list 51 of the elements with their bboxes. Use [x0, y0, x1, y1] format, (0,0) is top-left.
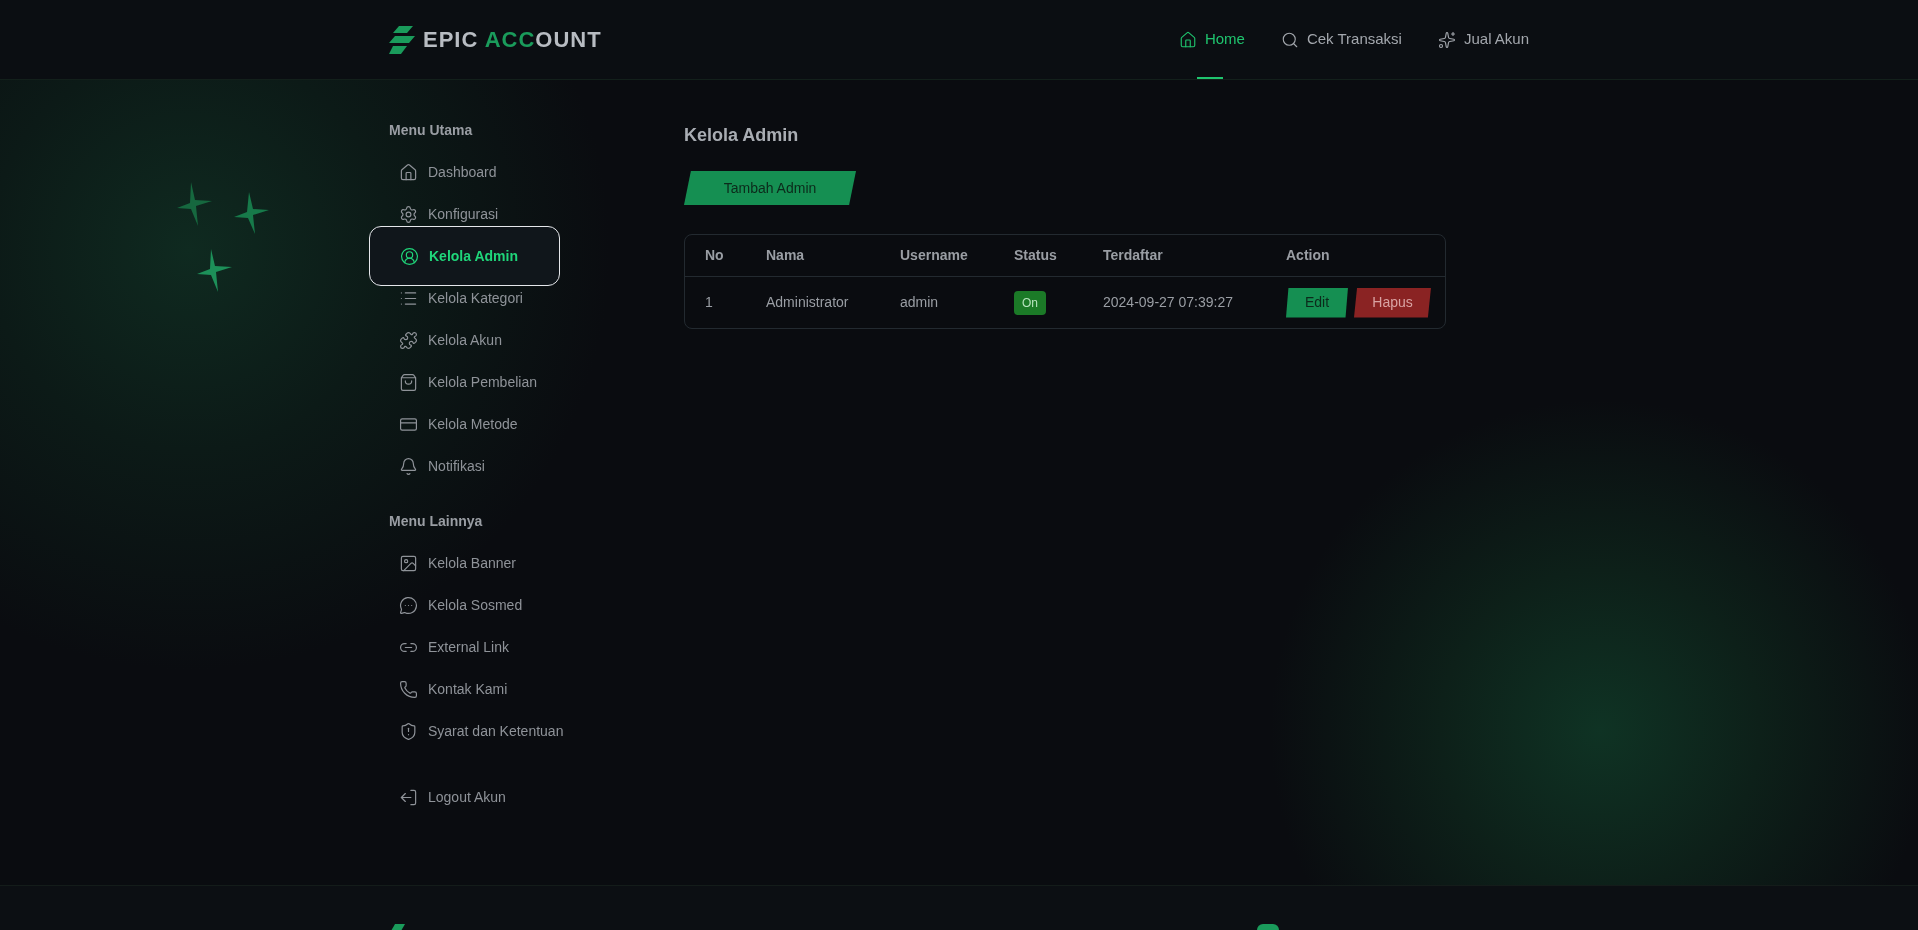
image-icon: [399, 553, 418, 573]
column-header: Status: [1014, 246, 1057, 265]
column-header: No: [705, 246, 724, 265]
table-cell-text: 2024-09-27 07:39:27: [1103, 293, 1233, 312]
logout-link[interactable]: Logout Akun: [389, 776, 512, 818]
table-cell-text: Administrator: [766, 293, 849, 312]
logo-icon: [389, 924, 405, 930]
phone-icon: [399, 679, 418, 699]
sidebar-item[interactable]: Kelola Admin: [369, 226, 560, 286]
sidebar-item[interactable]: Kelola Akun: [389, 329, 508, 351]
column-header: Nama: [766, 246, 805, 265]
page-title: Kelola Admin: [684, 124, 799, 147]
bell-icon: [399, 456, 418, 476]
puzzle-icon: [399, 330, 418, 350]
home-icon: [1178, 30, 1197, 49]
shield-icon: [399, 721, 418, 741]
sidebar-item[interactable]: Kelola Sosmed: [389, 594, 529, 616]
nav-link[interactable]: Cek Transaksi: [1280, 0, 1402, 79]
sidebar-item[interactable]: Kontak Kami: [389, 678, 514, 700]
sidebar-item[interactable]: Kelola Pembelian: [389, 371, 543, 393]
sidebar-item[interactable]: Kelola Banner: [389, 552, 522, 574]
search-icon: [1280, 30, 1299, 49]
nav-link[interactable]: Home: [1178, 0, 1245, 79]
sidebar-item[interactable]: External Link: [389, 636, 515, 658]
sidebar-item[interactable]: Notifikasi: [389, 455, 491, 477]
logout-icon: [399, 787, 418, 807]
logo-text: EPIC ACCOUNT: [423, 26, 602, 54]
logo-icon: [389, 25, 415, 54]
sidebar-item[interactable]: Kelola Kategori: [389, 287, 529, 309]
sidebar-item[interactable]: Kelola Metode: [389, 413, 524, 435]
chat-icon: [399, 595, 418, 615]
nav-link[interactable]: Jual Akun: [1437, 0, 1529, 79]
home-icon: [399, 162, 418, 182]
status-badge: On: [1014, 290, 1046, 315]
edit-button[interactable]: Edit: [1286, 287, 1348, 318]
table-cell-text: 1: [705, 293, 713, 312]
bag-icon: [399, 372, 418, 392]
delete-button[interactable]: Hapus: [1354, 287, 1431, 318]
column-header: Terdaftar: [1103, 246, 1163, 265]
sidebar-item[interactable]: Konfigurasi: [389, 203, 505, 225]
settings-icon: [399, 204, 418, 224]
column-header: Username: [900, 246, 968, 265]
add-admin-button[interactable]: Tambah Admin: [684, 171, 856, 205]
section-heading: Menu Lainnya: [389, 512, 483, 531]
sparkles-icon: [1437, 30, 1456, 49]
table-cell-text: admin: [900, 293, 939, 312]
sidebar-item[interactable]: Syarat dan Ketentuan: [389, 720, 570, 742]
user-circle-icon: [400, 246, 419, 266]
column-header: Action: [1286, 246, 1330, 265]
section-heading: Menu Utama: [389, 121, 473, 140]
sidebar-item[interactable]: Dashboard: [389, 161, 503, 183]
